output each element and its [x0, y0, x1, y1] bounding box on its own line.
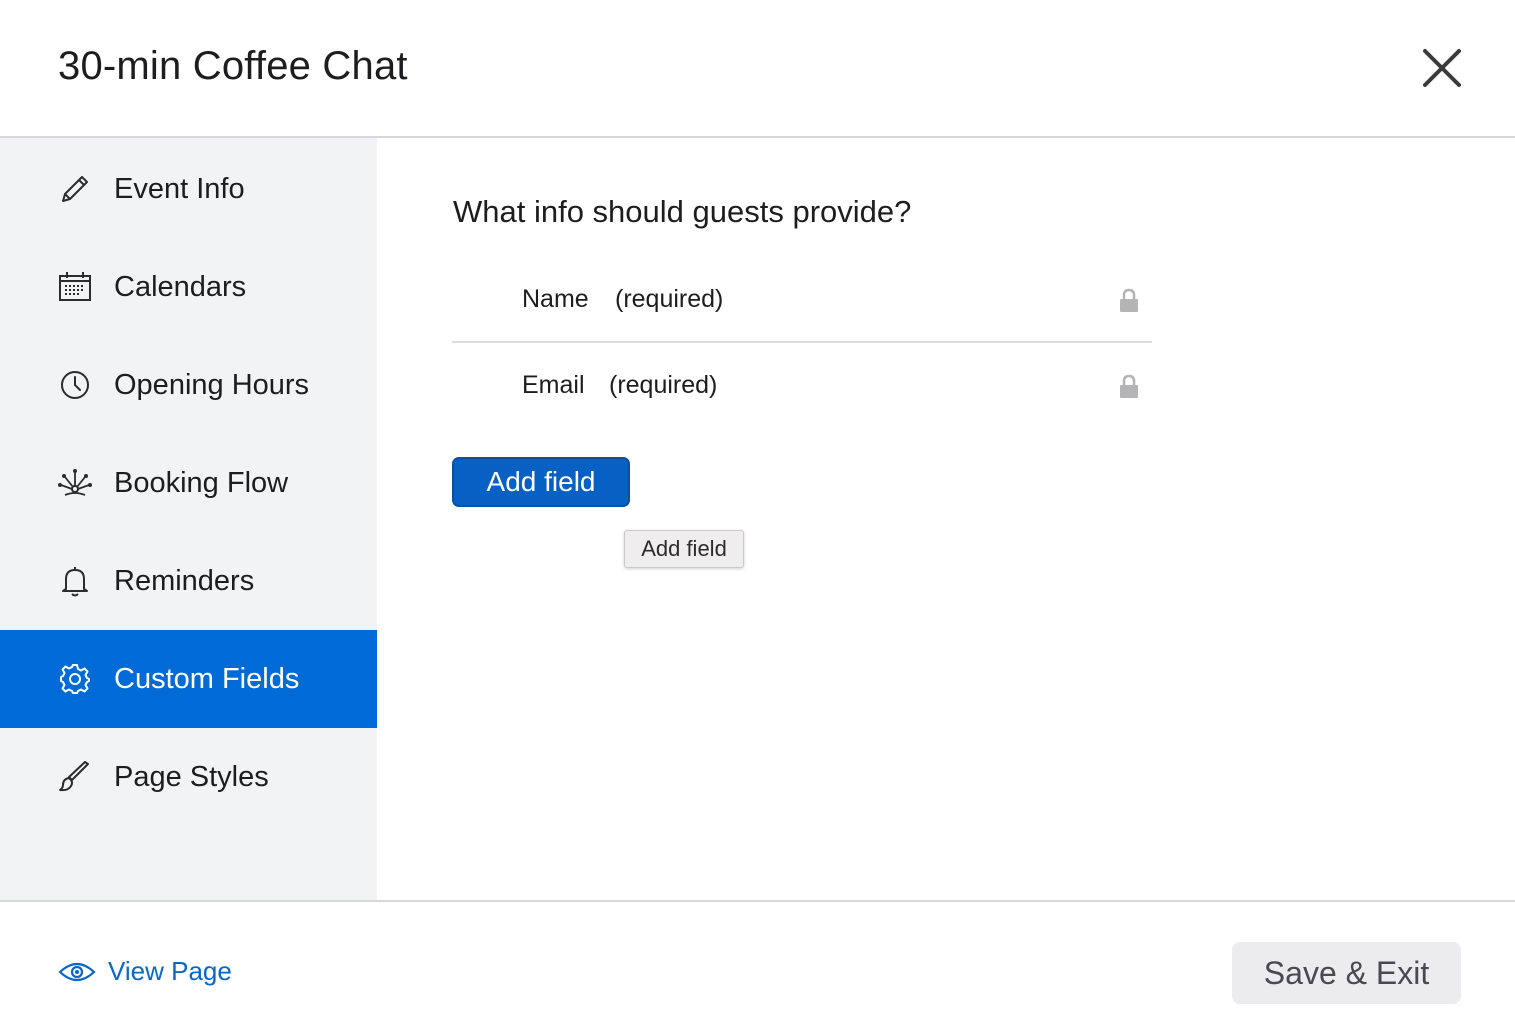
field-row-name[interactable]: Name (required) [452, 257, 1152, 343]
calendar-icon [57, 269, 93, 305]
sidebar-item-booking-flow[interactable]: Booking Flow [0, 434, 377, 532]
add-field-tooltip: Add field [624, 530, 744, 568]
sidebar-item-calendars[interactable]: Calendars [0, 238, 377, 336]
eye-icon [58, 962, 96, 981]
sidebar-item-reminders[interactable]: Reminders [0, 532, 377, 630]
field-required-label: (required) [609, 371, 718, 399]
gear-icon [57, 661, 93, 697]
sidebar-item-label: Booking Flow [114, 466, 289, 499]
sidebar-item-label: Opening Hours [114, 368, 310, 401]
flow-icon [57, 465, 93, 501]
field-name: Email [522, 371, 585, 399]
bell-icon [57, 563, 93, 599]
sidebar: Event Info Calendars Opening Hours Booki… [0, 138, 377, 900]
sidebar-item-event-info[interactable]: Event Info [0, 140, 377, 238]
sidebar-item-label: Page Styles [114, 760, 269, 793]
sidebar-item-label: Event Info [114, 172, 245, 205]
sidebar-item-label: Custom Fields [114, 662, 300, 695]
dialog-header: 30-min Coffee Chat [0, 0, 1515, 138]
sidebar-item-custom-fields[interactable]: Custom Fields [0, 630, 377, 728]
field-row-email[interactable]: Email (required) [452, 343, 1152, 429]
view-page-link[interactable]: View Page [58, 956, 232, 987]
close-icon [1423, 49, 1461, 87]
lock-icon [1118, 288, 1140, 314]
sidebar-item-opening-hours[interactable]: Opening Hours [0, 336, 377, 434]
section-heading: What info should guests provide? [453, 194, 912, 229]
lock-icon [1118, 374, 1140, 400]
dialog-footer: View Page Save & Exit [0, 900, 1515, 1035]
clock-icon [57, 367, 93, 403]
field-required-label: (required) [615, 285, 724, 313]
custom-fields-panel: What info should guests provide? Name (r… [377, 138, 1515, 900]
view-page-label: View Page [108, 956, 232, 986]
save-exit-button[interactable]: Save & Exit [1232, 942, 1461, 1004]
sidebar-item-label: Calendars [114, 270, 247, 303]
add-field-button[interactable]: Add field [452, 457, 630, 507]
brush-icon [57, 759, 93, 795]
sidebar-item-page-styles[interactable]: Page Styles [0, 728, 377, 826]
close-button[interactable] [1418, 44, 1466, 92]
sidebar-item-label: Reminders [114, 564, 255, 597]
field-name: Name [522, 285, 589, 313]
dialog-title: 30-min Coffee Chat [58, 44, 408, 88]
pencil-icon [57, 171, 93, 207]
